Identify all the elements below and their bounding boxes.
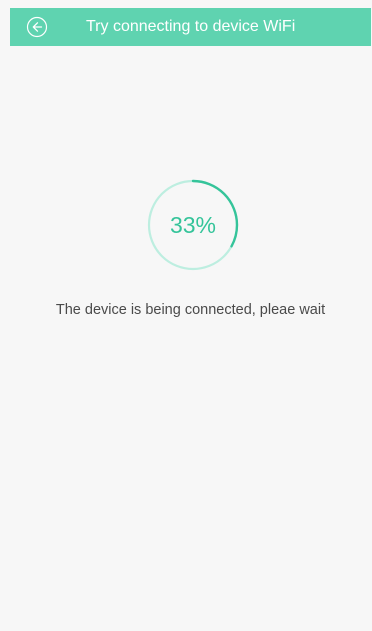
page-title: Try connecting to device WiFi <box>86 18 296 35</box>
progress-percent: 33% <box>169 212 217 238</box>
back-button[interactable] <box>26 16 48 38</box>
back-arrow-icon <box>26 16 48 38</box>
status-message: The device is being connected, pleae wai… <box>55 302 326 318</box>
connect-screen: Try connecting to device WiFi 33% The de… <box>0 0 372 631</box>
title-bar: Try connecting to device WiFi <box>10 8 371 46</box>
progress-ring: 33% <box>146 178 240 272</box>
main-content: 33% The device is being connected, pleae… <box>10 46 371 631</box>
